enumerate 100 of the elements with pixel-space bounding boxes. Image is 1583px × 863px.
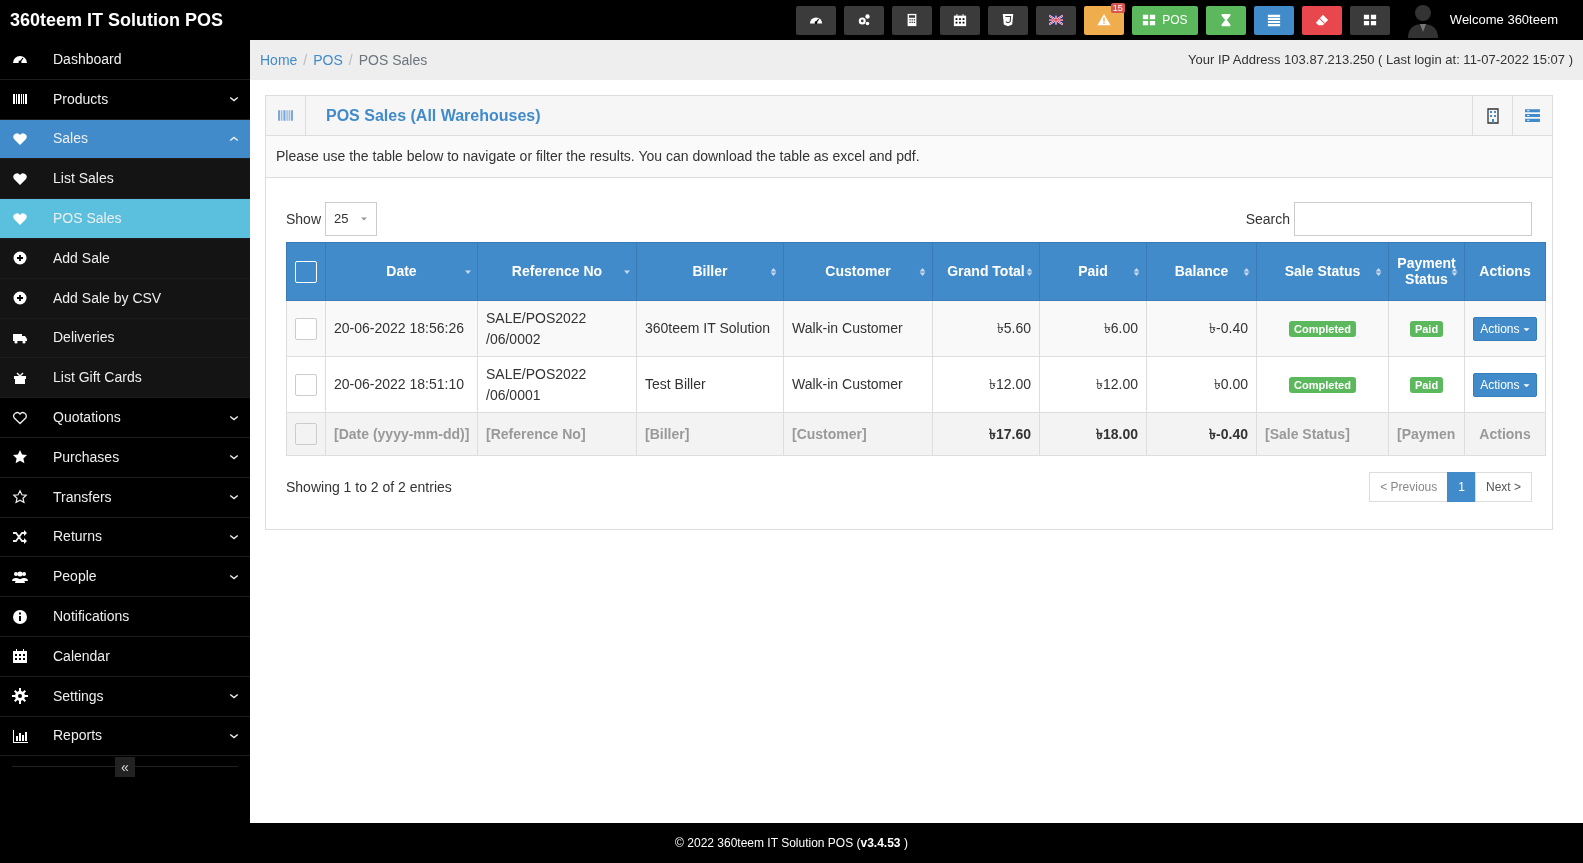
- heart-outline-icon: [12, 409, 28, 426]
- warning-icon: [1096, 13, 1111, 27]
- breadcrumb-current: POS Sales: [358, 50, 428, 70]
- building-icon[interactable]: [1484, 107, 1501, 124]
- toolbar-button[interactable]: [1035, 5, 1076, 35]
- toolbar-button[interactable]: [1205, 5, 1246, 35]
- toolbar-button[interactable]: [1301, 5, 1342, 35]
- total-cell: ৳-0.40: [1209, 425, 1248, 442]
- table-cell: ৳6.00: [1103, 320, 1138, 336]
- calendar-icon: [952, 13, 967, 27]
- status-label: Completed: [1289, 377, 1356, 393]
- toolbar-button[interactable]: [939, 5, 980, 35]
- table-cell: ৳5.60: [996, 320, 1031, 336]
- breadcrumb-separator: /: [348, 50, 353, 70]
- toolbar-button[interactable]: [1349, 5, 1390, 35]
- list-icon: [1266, 13, 1281, 27]
- toolbar-button[interactable]: [987, 5, 1028, 35]
- plus-circle-icon: [12, 250, 28, 267]
- caret-icon: [1522, 381, 1530, 389]
- row-checkbox[interactable]: [295, 423, 317, 445]
- table-cell: SALE/POS2022 /06/0002: [486, 309, 587, 347]
- shield-icon: [1000, 13, 1015, 27]
- table-cell: SALE/POS2022 /06/0001: [486, 365, 587, 403]
- calendar-icon: [12, 648, 28, 665]
- table-cell: Walk-in Customer: [792, 320, 903, 336]
- table-cell: Test Biller: [645, 376, 706, 392]
- breadcrumb-link[interactable]: POS: [313, 49, 343, 71]
- sidebar-item[interactable]: List Sales: [0, 159, 250, 200]
- sidebar-item[interactable]: Calendar: [0, 636, 250, 677]
- toolbar-button[interactable]: [1253, 5, 1294, 35]
- table-cell: ৳12.00: [1095, 376, 1138, 392]
- sidebar-item[interactable]: Notifications: [0, 597, 250, 637]
- sortable-column-header[interactable]: Biller: [692, 263, 728, 280]
- shuffle-icon: [12, 528, 28, 545]
- table-cell: Walk-in Customer: [792, 376, 903, 392]
- toolbar-button[interactable]: [891, 5, 932, 35]
- page-link[interactable]: Next >: [1475, 472, 1532, 502]
- toolbar-button[interactable]: [843, 5, 884, 35]
- grid-icon: [1142, 13, 1157, 27]
- collapse-sidebar-button[interactable]: «: [115, 757, 135, 778]
- caret-icon: [1522, 325, 1530, 333]
- row-checkbox[interactable]: [295, 373, 317, 396]
- toolbar-button[interactable]: [795, 5, 836, 35]
- sortable-column-header[interactable]: Sale Status: [1284, 263, 1361, 280]
- actions-button[interactable]: Actions: [1473, 316, 1537, 341]
- sidebar-item[interactable]: Deliveries: [0, 318, 250, 359]
- plus-circle-icon: [12, 290, 28, 307]
- list-icon[interactable]: [1524, 107, 1541, 124]
- sidebar-item[interactable]: People: [0, 557, 250, 598]
- row-checkbox[interactable]: [295, 317, 317, 340]
- app-title: 360teem IT Solution POS: [9, 8, 225, 32]
- sortable-column-header[interactable]: Balance: [1174, 263, 1229, 280]
- total-cell: ৳18.00: [1095, 425, 1138, 442]
- breadcrumb-link[interactable]: Home: [260, 49, 298, 71]
- sortable-column-header[interactable]: Paid: [1078, 263, 1108, 280]
- actions-button[interactable]: Actions: [1473, 372, 1537, 397]
- footer-text: © 2022 360teem IT Solution POS (v3.4.53 ): [675, 835, 908, 852]
- table-cell: 20-06-2022 18:56:26: [334, 320, 464, 336]
- notification-count: 15: [1110, 2, 1125, 13]
- column-footer: Actions: [1473, 423, 1537, 445]
- sidebar-item[interactable]: POS Sales: [0, 199, 250, 239]
- toolbar-button[interactable]: POS: [1131, 5, 1198, 35]
- heart-icon: [12, 210, 28, 227]
- toolbar-button[interactable]: 15: [1083, 5, 1124, 35]
- page-size-select[interactable]: 25: [325, 202, 378, 236]
- table-cell: ৳12.00: [988, 376, 1031, 392]
- column-header: Actions: [1479, 263, 1531, 280]
- page-link[interactable]: 1: [1447, 472, 1476, 502]
- grid-icon: [1362, 13, 1377, 27]
- status-label: Paid: [1409, 321, 1444, 337]
- sidebar-item[interactable]: Settings: [0, 676, 250, 717]
- bar-chart-icon: [12, 727, 28, 744]
- sidebar-item[interactable]: List Gift Cards: [0, 358, 250, 399]
- status-label: Paid: [1409, 377, 1444, 393]
- sortable-column-header[interactable]: Reference No: [511, 263, 603, 280]
- breadcrumb-separator: /: [303, 50, 308, 70]
- show-label: Show: [286, 209, 322, 229]
- eraser-icon: [1314, 13, 1329, 27]
- caret-icon: [360, 215, 369, 223]
- settings-icon: [12, 688, 28, 705]
- barcode-icon: [277, 107, 294, 124]
- sidebar-item[interactable]: Add Sale by CSV: [0, 278, 250, 319]
- status-label: Completed: [1289, 321, 1356, 337]
- sortable-column-header[interactable]: Date: [386, 263, 417, 280]
- table-cell: 360teem IT Solution: [645, 320, 771, 336]
- table-cell: 20-06-2022 18:51:10: [334, 376, 464, 392]
- sidebar-item[interactable]: Add Sale: [0, 239, 250, 279]
- table-cell: ৳-0.40: [1209, 320, 1248, 336]
- search-field[interactable]: [1294, 202, 1532, 236]
- sidebar-item[interactable]: Sales: [0, 119, 250, 160]
- sortable-column-header[interactable]: Customer: [825, 263, 891, 280]
- login-info: Your IP Address 103.87.213.250 ( Last login at: 11-07-2022 15:07 ): [1188, 51, 1573, 70]
- page-link[interactable]: < Previous: [1369, 472, 1449, 502]
- info-icon: [12, 608, 28, 625]
- panel-description: Please use the table below to navigate or filter the results. You can download the table as excel and pdf.: [276, 148, 920, 164]
- panel-title: POS Sales (All Warehouses): [325, 105, 542, 126]
- user-avatar-icon[interactable]: [1405, 2, 1440, 38]
- select-all-checkbox[interactable]: [295, 260, 317, 283]
- heart-icon: [12, 131, 28, 147]
- search-label: Search: [1245, 209, 1290, 229]
